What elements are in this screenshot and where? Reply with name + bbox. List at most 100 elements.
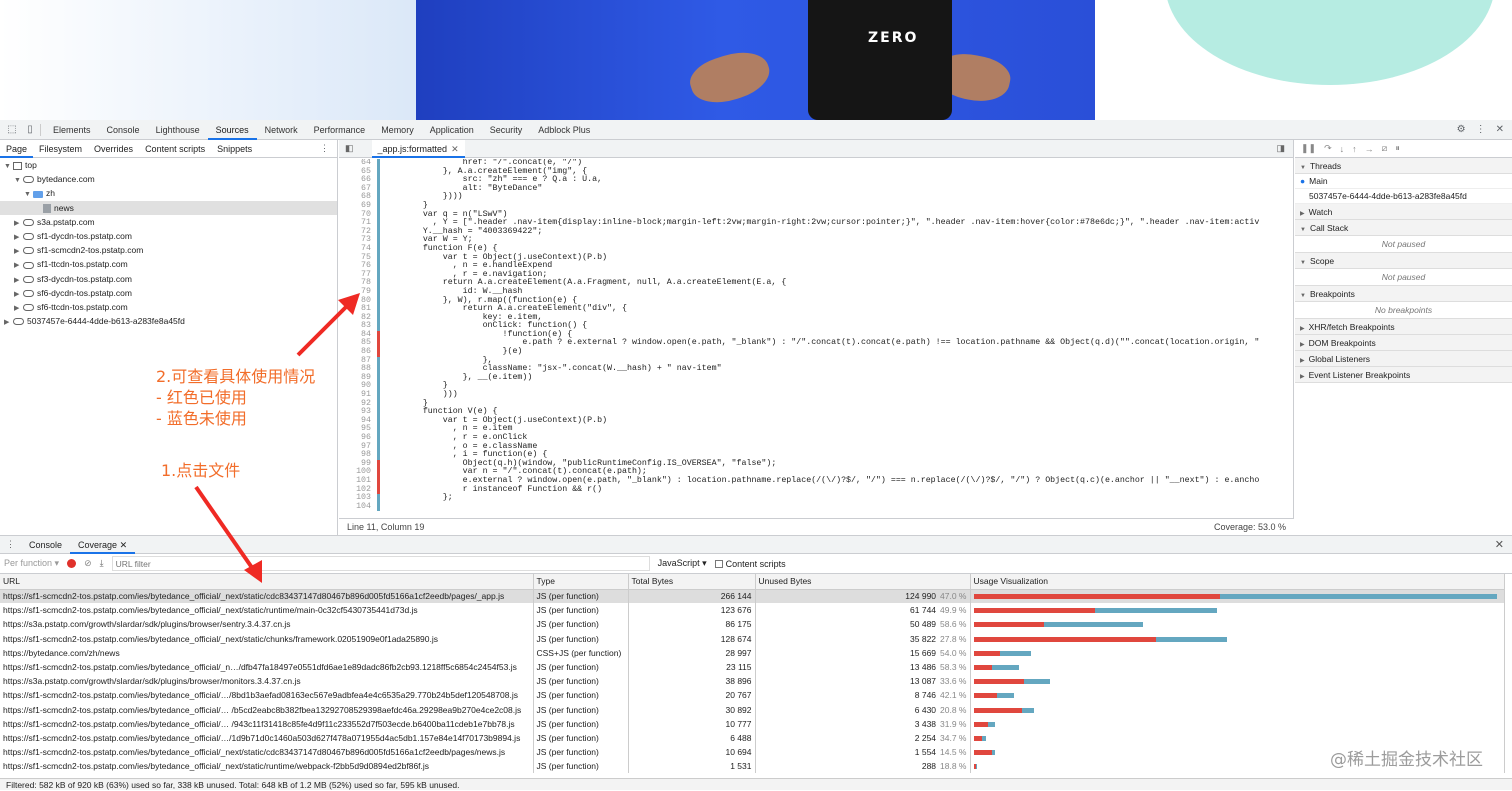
code-line[interactable]: }(e) [383,347,1259,357]
watch-section[interactable]: ▶ Watch [1295,204,1512,220]
thread-worker[interactable]: 5037457e-6444-4dde-b613-a283fe8a45fd [1295,189,1512,204]
more-tabs-icon[interactable]: ⋮ [320,143,337,154]
drawer-tab-coverage[interactable]: Coverage ✕ [70,536,136,554]
thread-main[interactable]: ● Main [1295,174,1512,189]
coverage-row[interactable]: https://sf1-scmcdn2-tos.pstatp.com/ies/b… [0,631,1505,646]
close-drawer-icon[interactable]: ✕ [1495,538,1504,551]
coverage-row[interactable]: https://bytedance.com/zh/news CSS+JS (per… [0,645,1505,660]
global-listeners-section[interactable]: ▶ Global Listeners [1295,351,1512,367]
expanded-arrow-icon[interactable]: ▼ [24,188,33,202]
dom-breakpoints-section[interactable]: ▶ DOM Breakpoints [1295,335,1512,351]
scope-section[interactable]: ▼ Scope [1295,253,1512,269]
devtools-tab-application[interactable]: Application [422,120,482,140]
devtools-tab-sources[interactable]: Sources [207,120,257,140]
more-options-icon[interactable]: ⋮ [1476,124,1486,135]
threads-section[interactable]: ▼ Threads [1295,158,1512,174]
type-filter-select[interactable]: JavaScript ▾ [658,558,707,569]
coverage-row[interactable]: https://s3a.pstatp.com/growth/slardar/sd… [0,617,1505,632]
tree-item[interactable]: ▶ sf3-dycdn-tos.pstatp.com [0,272,337,286]
collapsed-arrow-icon[interactable]: ▶ [4,316,13,330]
code-line[interactable]: var W = Y; [383,236,1259,245]
code-line[interactable]: }, __(e.item)) [383,373,1259,383]
coverage-row[interactable]: https://sf1-scmcdn2-tos.pstatp.com/ies/b… [0,603,1505,618]
close-devtools-icon[interactable]: ✕ [1496,124,1504,135]
devtools-tab-security[interactable]: Security [482,120,531,140]
tree-item[interactable]: ▶ s3a.pstatp.com [0,215,337,229]
devtools-tab-console[interactable]: Console [99,120,148,140]
column-header-type[interactable]: Type [533,574,629,590]
drawer-menu-icon[interactable]: ⋮ [0,539,21,550]
xhr-breakpoints-section[interactable]: ▶ XHR/fetch Breakpoints [1295,319,1512,335]
coverage-row[interactable]: https://sf1-scmcdn2-tos.pstatp.com/ies/b… [0,716,1505,731]
code-line[interactable]: var t = Object(j.useContext)(P.b) [383,416,1259,426]
clear-icon[interactable]: ⊘ [84,558,92,569]
expanded-arrow-icon[interactable]: ▼ [4,160,13,174]
column-header-usage-visualization[interactable]: Usage Visualization [970,574,1505,590]
code-line[interactable]: }; [383,494,1259,503]
breakpoints-section[interactable]: ▼ Breakpoints [1295,286,1512,302]
coverage-row[interactable]: https://sf1-scmcdn2-tos.pstatp.com/ies/b… [0,745,1505,760]
navigator-tab-overrides[interactable]: Overrides [88,140,139,158]
export-icon[interactable]: ⤓ [100,558,104,569]
close-tab-icon[interactable]: ✕ [451,144,459,154]
code-line[interactable]: }))) [383,193,1259,202]
coverage-row[interactable]: https://sf1-scmcdn2-tos.pstatp.com/ies/b… [0,759,1505,774]
code-line[interactable]: r instanceof Function && r() [383,485,1259,495]
inspect-icon[interactable]: ⬚ [6,124,18,136]
tree-item[interactable]: ▶ sf1-ttcdn-tos.pstatp.com [0,257,337,271]
tree-item[interactable]: ▼ bytedance.com [0,172,337,186]
step-icon[interactable]: → [1365,144,1374,154]
coverage-row[interactable]: https://sf1-scmcdn2-tos.pstatp.com/ies/b… [0,702,1505,717]
deactivate-breakpoints-icon[interactable]: ⧄ [1382,143,1388,154]
navigator-tab-page[interactable]: Page [0,140,34,158]
devtools-tab-adblock-plus[interactable]: Adblock Plus [530,120,598,140]
coverage-row[interactable]: https://sf1-scmcdn2-tos.pstatp.com/ies/b… [0,659,1505,675]
devtools-tab-network[interactable]: Network [257,120,306,140]
tree-item[interactable]: ▶ 5037457e-6444-4dde-b613-a283fe8a45fd [0,314,337,328]
tree-item[interactable]: ▶ sf1-scmcdn2-tos.pstatp.com [0,243,337,257]
step-out-icon[interactable]: ↑ [1352,144,1357,154]
content-scripts-checkbox[interactable]: Content scripts [714,559,786,569]
devtools-tab-elements[interactable]: Elements [45,120,99,140]
code-lines[interactable]: href: "/".concat(e, "/") }, A.a.createEl… [383,159,1259,503]
navigator-tab-content-scripts[interactable]: Content scripts [139,140,211,158]
devtools-tab-memory[interactable]: Memory [373,120,422,140]
coverage-type-select[interactable]: Per function ▾ [4,558,59,569]
url-filter-input[interactable] [111,556,650,571]
record-icon[interactable] [67,559,77,568]
tree-item[interactable]: ▶ sf1-dycdn-tos.pstatp.com [0,229,337,243]
pause-icon[interactable]: ❚❚ [1301,143,1316,154]
settings-icon[interactable]: ⚙ [1457,124,1466,135]
tree-item[interactable]: ▼ zh [0,186,337,200]
toggle-debugger-icon[interactable]: ◨ [1276,143,1285,154]
pause-on-exceptions-icon[interactable]: ⏸ [1395,143,1400,154]
column-header-unused-bytes[interactable]: Unused Bytes [755,574,971,590]
drawer-tab-console[interactable]: Console [21,536,70,554]
step-over-icon[interactable]: ↷ [1324,143,1332,154]
code-line[interactable]: alt: "ByteDance" [383,184,1259,194]
tree-item[interactable]: ▶ sf6-dycdn-tos.pstatp.com [0,286,337,300]
navigator-tab-snippets[interactable]: Snippets [211,140,258,158]
devtools-tab-lighthouse[interactable]: Lighthouse [148,120,208,140]
coverage-row[interactable]: https://sf1-scmcdn2-tos.pstatp.com/ies/b… [0,730,1505,746]
event-listener-breakpoints-section[interactable]: ▶ Event Listener Breakpoints [1295,367,1512,383]
device-toolbar-icon[interactable]: ▯ [24,124,36,136]
tree-item[interactable]: news [0,200,337,215]
expanded-arrow-icon[interactable]: ▼ [14,174,23,188]
coverage-row[interactable]: https://sf1-scmcdn2-tos.pstatp.com/ies/b… [0,589,1505,604]
step-into-icon[interactable]: ↓ [1340,144,1345,154]
code-line[interactable]: ))) [383,390,1259,400]
editor-file-tab[interactable]: _app.js:formatted ✕ [371,139,465,158]
column-header-url[interactable]: URL [0,574,534,590]
call-stack-section[interactable]: ▼ Call Stack [1295,220,1512,236]
tree-item[interactable]: ▼ top [0,158,337,172]
devtools-tab-performance[interactable]: Performance [306,120,374,140]
tree-item[interactable]: ▶ sf6-ttcdn-tos.pstatp.com [0,300,337,314]
code-line[interactable]: } [383,399,1259,409]
code-line[interactable]: } [383,382,1259,391]
code-line[interactable]: Y.__hash = "4003369422"; [383,227,1259,237]
coverage-row[interactable]: https://s3a.pstatp.com/growth/slardar/sd… [0,674,1505,689]
column-header-total-bytes[interactable]: Total Bytes [628,574,756,590]
coverage-row[interactable]: https://sf1-scmcdn2-tos.pstatp.com/ies/b… [0,688,1505,703]
close-tab-icon[interactable]: ✕ [120,540,128,550]
